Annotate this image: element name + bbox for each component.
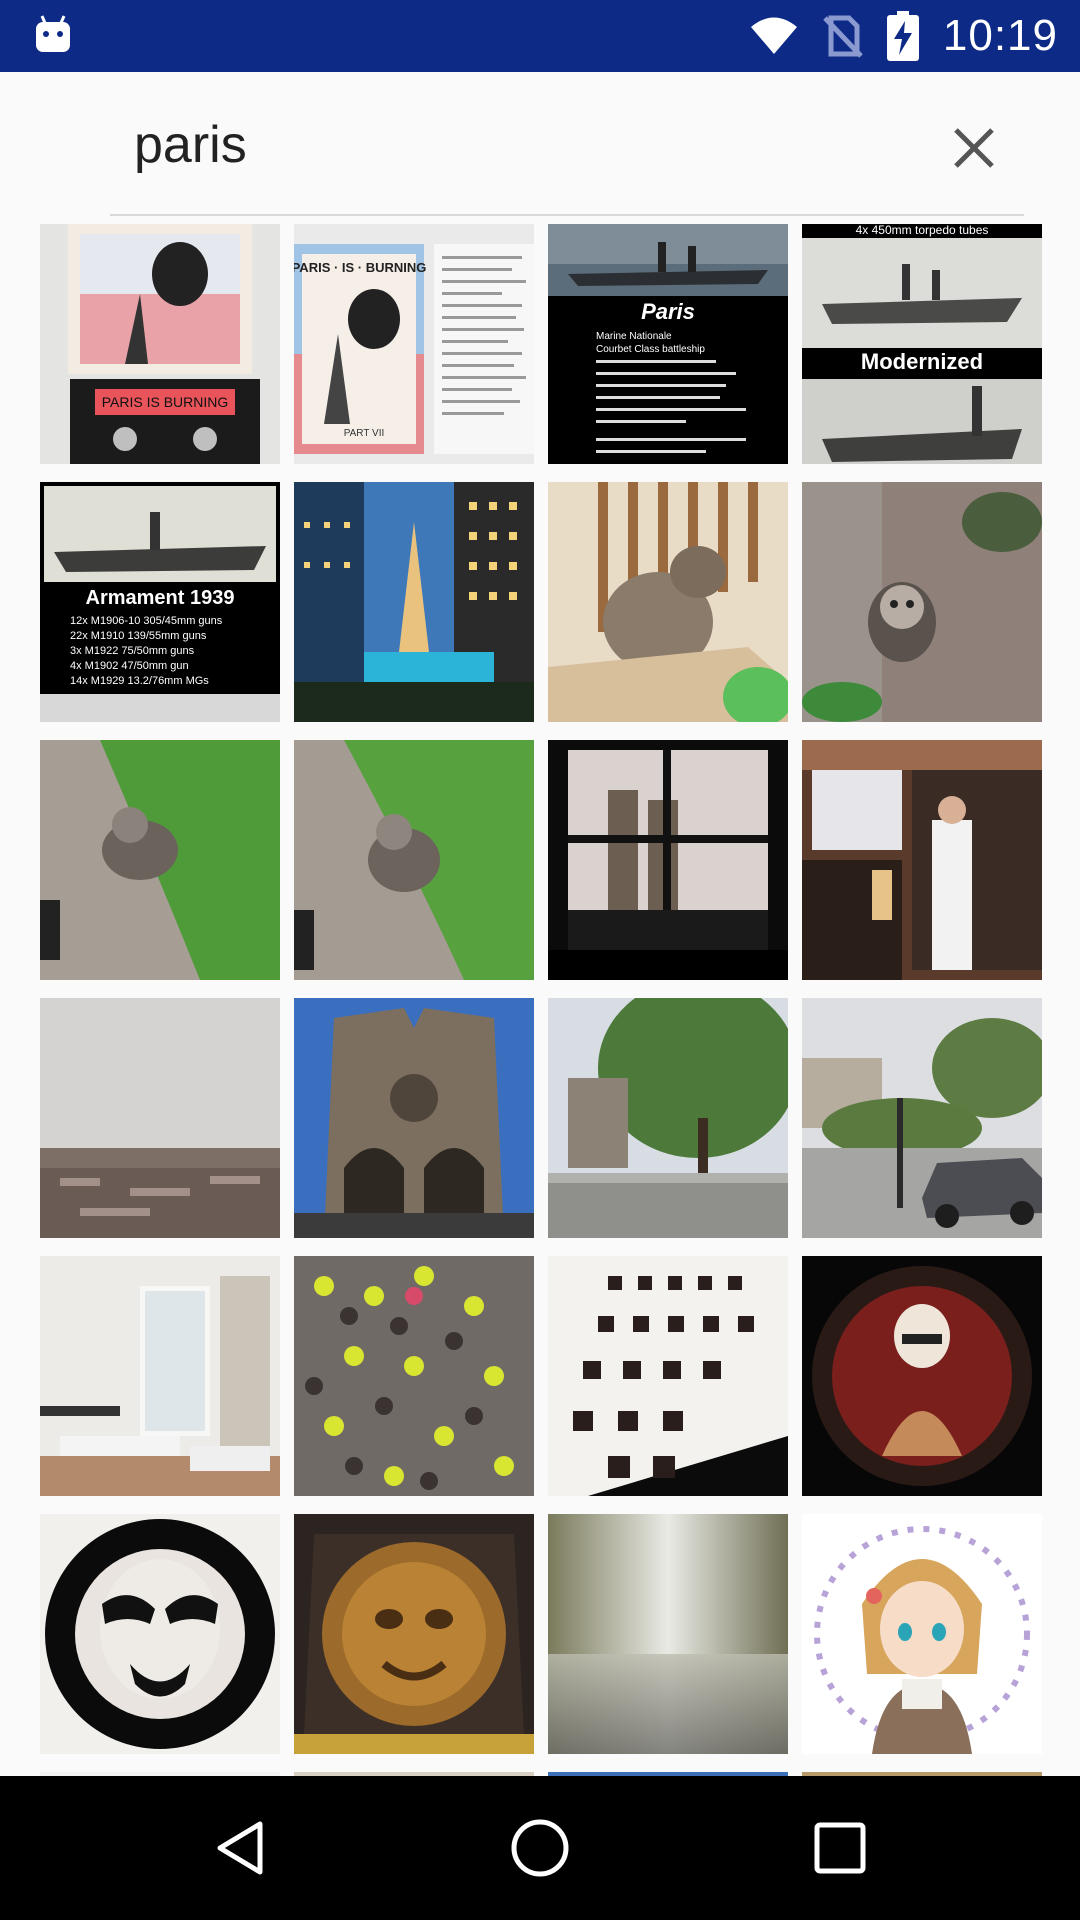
search-bar: [110, 100, 1024, 216]
wifi-icon: [750, 17, 797, 54]
result-kitten-by-wall[interactable]: [802, 482, 1042, 722]
tile-text: Armament 1939: [86, 587, 235, 609]
tile-text: Modernized: [861, 349, 983, 374]
recents-square-icon: [814, 1822, 866, 1874]
result-eiffel-tower-model[interactable]: [294, 482, 534, 722]
recents-button[interactable]: [800, 1808, 880, 1888]
back-triangle-icon: [217, 1821, 263, 1875]
tile-text: 3x M1922 75/50mm guns: [70, 645, 195, 657]
result-notre-dame-facade[interactable]: [294, 998, 534, 1238]
battery-charging-icon: [886, 11, 919, 61]
result-battleship-paris[interactable]: Paris Marine Nationale Courbet Class bat…: [548, 224, 788, 464]
navigation-bar: [0, 1776, 1080, 1920]
tile-text: PART VII: [344, 428, 385, 439]
result-cat-on-box[interactable]: [548, 482, 788, 722]
tile-text: Paris: [641, 299, 695, 324]
result-protest-crowd[interactable]: [294, 1256, 534, 1496]
result-notre-dame-window[interactable]: [548, 740, 788, 980]
result-bronze-mask[interactable]: [294, 1514, 534, 1754]
result-white-apartment[interactable]: [40, 1256, 280, 1496]
result-kitten-grass-1[interactable]: [40, 740, 280, 980]
result-notre-dame-street[interactable]: [548, 998, 788, 1238]
result-mask-peephole[interactable]: [40, 1514, 280, 1754]
status-time: 10:19: [942, 11, 1058, 60]
image-results-grid: PARIS IS BURNING PARIS · IS · BURNING PA…: [40, 224, 1044, 1776]
clear-search-button[interactable]: [936, 110, 1012, 186]
tile-text: Marine Nationale: [596, 331, 672, 342]
result-battleship-modernized[interactable]: 4x 450mm torpedo tubes Modernized: [802, 224, 1042, 464]
tile-text: 4x M1902 47/50mm gun: [70, 660, 189, 672]
status-bar: 10:19: [0, 0, 1080, 72]
tile-text: PARIS · IS · BURNING: [294, 260, 426, 275]
result-anime-girl[interactable]: [802, 1514, 1042, 1754]
result-figure-peephole[interactable]: [802, 1256, 1042, 1496]
tile-text: 12x M1906-10 305/45mm guns: [70, 615, 223, 627]
result-cafe-interior[interactable]: [802, 740, 1042, 980]
android-notification-icon: [36, 15, 70, 52]
result-paris-is-burning-cover[interactable]: PARIS · IS · BURNING PART VII: [294, 224, 534, 464]
result-paris-is-burning-cassette[interactable]: PARIS IS BURNING: [40, 224, 280, 464]
tile-text: Courbet Class battleship: [596, 344, 705, 355]
result-slides-lightbox[interactable]: [548, 1256, 788, 1496]
home-circle-icon: [511, 1819, 569, 1877]
tile-text: 14x M1929 13.2/76mm MGs: [70, 675, 209, 687]
result-blurred-corridor[interactable]: [548, 1514, 788, 1754]
result-paris-rooftops[interactable]: [40, 998, 280, 1238]
no-sim-icon: [823, 15, 863, 58]
back-button[interactable]: [200, 1808, 280, 1888]
close-icon: [954, 128, 994, 168]
result-kitten-grass-2[interactable]: [294, 740, 534, 980]
tile-text: PARIS IS BURNING: [102, 394, 229, 410]
home-button[interactable]: [500, 1808, 580, 1888]
tile-text: 4x 450mm torpedo tubes: [856, 224, 989, 237]
result-paris-street-car[interactable]: [802, 998, 1042, 1238]
tile-text: 22x M1910 139/55mm guns: [70, 630, 207, 642]
result-battleship-armament[interactable]: Armament 1939 12x M1906-10 305/45mm guns…: [40, 482, 280, 722]
search-input[interactable]: [134, 110, 934, 180]
